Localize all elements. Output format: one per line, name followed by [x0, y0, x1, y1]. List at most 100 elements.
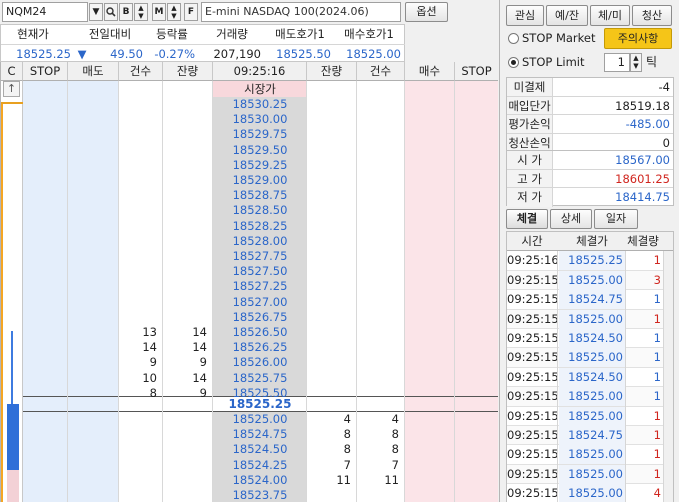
header-volume: 거래량 [216, 27, 248, 41]
sell-price[interactable]: 18528.25 [213, 219, 307, 234]
sell-count [119, 158, 163, 173]
sell-price[interactable]: 18527.50 [213, 264, 307, 279]
sell-price[interactable]: 18529.75 [213, 127, 307, 142]
sell-price[interactable]: 18526.25 [213, 340, 307, 355]
b-button[interactable]: B [119, 3, 133, 21]
sell-qty [163, 112, 213, 127]
dropdown-arrow-icon[interactable]: ▼ [89, 3, 103, 21]
sell-price[interactable]: 18525.75 [213, 371, 307, 386]
trade-price: 18524.75 [559, 426, 625, 445]
trade-time: 09:25:15 [507, 428, 559, 442]
market-price-row[interactable]: 시장가 [213, 81, 307, 97]
trade-qty: 1 [653, 428, 661, 442]
buy-price[interactable]: 18525.00 [213, 412, 307, 427]
stop-buy-column[interactable] [455, 81, 498, 502]
trade-time: 09:25:15 [507, 311, 559, 326]
sell-qty [163, 97, 213, 112]
m-spinner-icon[interactable]: ▲ ▼ [167, 3, 181, 21]
header-c[interactable]: C [1, 62, 23, 81]
sell-price[interactable]: 18527.00 [213, 295, 307, 310]
liquidate-button[interactable]: 청산 [632, 5, 672, 26]
sell-price[interactable]: 18530.00 [213, 112, 307, 127]
sell-qty [163, 158, 213, 173]
volume-bar-buy [7, 470, 19, 502]
sell-price[interactable]: 18526.00 [213, 355, 307, 370]
buy-price[interactable]: 18524.25 [213, 458, 307, 473]
f-button[interactable]: F [184, 3, 198, 21]
sell-price[interactable]: 18528.50 [213, 203, 307, 218]
sell-price[interactable]: 18529.00 [213, 173, 307, 188]
stop-limit-radio[interactable] [508, 57, 519, 68]
ohl-label: 시 가 [507, 151, 553, 169]
scroll-up-button[interactable]: ↑ [3, 81, 20, 97]
tab-detail[interactable]: 상세 [550, 209, 592, 229]
buy-qty: 7 [343, 457, 351, 472]
buy-price[interactable]: 18523.75 [213, 488, 307, 502]
sell-qty: 9 [199, 385, 207, 400]
ohl-label: 고 가 [507, 169, 553, 187]
sell-qty [163, 127, 213, 142]
tab-fills[interactable]: 체결 [506, 209, 548, 229]
trades-scrollbar[interactable] [663, 251, 673, 502]
buy-price[interactable]: 18524.75 [213, 427, 307, 442]
sell-count [119, 203, 163, 218]
sell-qty: 14 [192, 340, 207, 355]
stop-limit-label[interactable]: STOP Limit [522, 54, 584, 71]
options-button[interactable]: 옵션 [405, 2, 448, 22]
sell-price[interactable]: 18528.00 [213, 234, 307, 249]
sell-price[interactable]: 18527.75 [213, 249, 307, 264]
buy-price[interactable]: 18524.00 [213, 473, 307, 488]
sell-price[interactable]: 18530.25 [213, 97, 307, 112]
buy-count: 7 [391, 457, 399, 472]
ohl-summary: 시 가 18567.00 고 가 18601.25 저 가 18414.75 [506, 150, 674, 207]
buy-price[interactable]: 18524.50 [213, 442, 307, 457]
trade-time: 09:25:15 [507, 486, 559, 501]
trade-price: 18525.00 [559, 464, 625, 484]
buy-order-column[interactable] [405, 81, 455, 502]
header-volume: 체결량 [627, 234, 659, 248]
sell-price[interactable]: 18526.75 [213, 310, 307, 325]
sell-price[interactable]: 18525.50 [213, 386, 307, 401]
buy-qty: 8 [343, 427, 351, 442]
sell-count [119, 295, 163, 310]
stop-market-radio[interactable] [508, 33, 519, 44]
trade-qty: 1 [653, 311, 661, 326]
trade-time: 09:25:15 [507, 292, 559, 307]
m-button[interactable]: M [152, 3, 166, 21]
fills-button[interactable]: 체/미 [590, 5, 630, 26]
sell-count [119, 264, 163, 279]
tab-daily[interactable]: 일자 [594, 209, 638, 229]
sell-price[interactable]: 18529.50 [213, 143, 307, 158]
sell-count: 8 [149, 385, 157, 400]
buy-count: 4 [391, 412, 399, 426]
sell-qty [163, 264, 213, 279]
bid1-value: 18525.00 [335, 44, 405, 62]
balance-button[interactable]: 예/잔 [546, 5, 588, 26]
stop-sell-column[interactable] [23, 81, 68, 502]
trade-time: 09:25:15 [507, 408, 559, 423]
trade-row: 09:25:15 18525.00 1 [507, 387, 673, 407]
header-buy-qty: 잔량 [307, 62, 357, 81]
sell-price[interactable]: 18528.75 [213, 188, 307, 203]
trade-row: 09:25:15 18524.75 1 [507, 290, 673, 310]
sell-price[interactable]: 18529.25 [213, 158, 307, 173]
trade-price: 18524.75 [559, 290, 625, 310]
interest-button[interactable]: 관심 [506, 5, 544, 26]
sell-price[interactable]: 18527.25 [213, 279, 307, 294]
symbol-input[interactable]: NQM24 [2, 2, 88, 22]
tick-input[interactable]: 1 [604, 53, 630, 72]
header-stop-sell: STOP [23, 62, 68, 81]
tick-label: 틱 [646, 55, 658, 69]
position-label: 평가손익 [507, 115, 553, 133]
stop-market-label[interactable]: STOP Market [522, 30, 596, 47]
buy-count [357, 488, 405, 502]
sell-price[interactable]: 18526.50 [213, 325, 307, 340]
sell-order-column[interactable] [68, 81, 119, 502]
volume-bar [7, 404, 19, 470]
search-icon[interactable] [104, 3, 118, 21]
notice-button[interactable]: 주의사항 [604, 28, 672, 49]
tick-spinner-icon[interactable]: ▲ ▼ [630, 53, 642, 72]
buy-qty: 4 [343, 412, 351, 426]
sell-count [119, 188, 163, 203]
b-spinner-icon[interactable]: ▲ ▼ [134, 3, 148, 21]
